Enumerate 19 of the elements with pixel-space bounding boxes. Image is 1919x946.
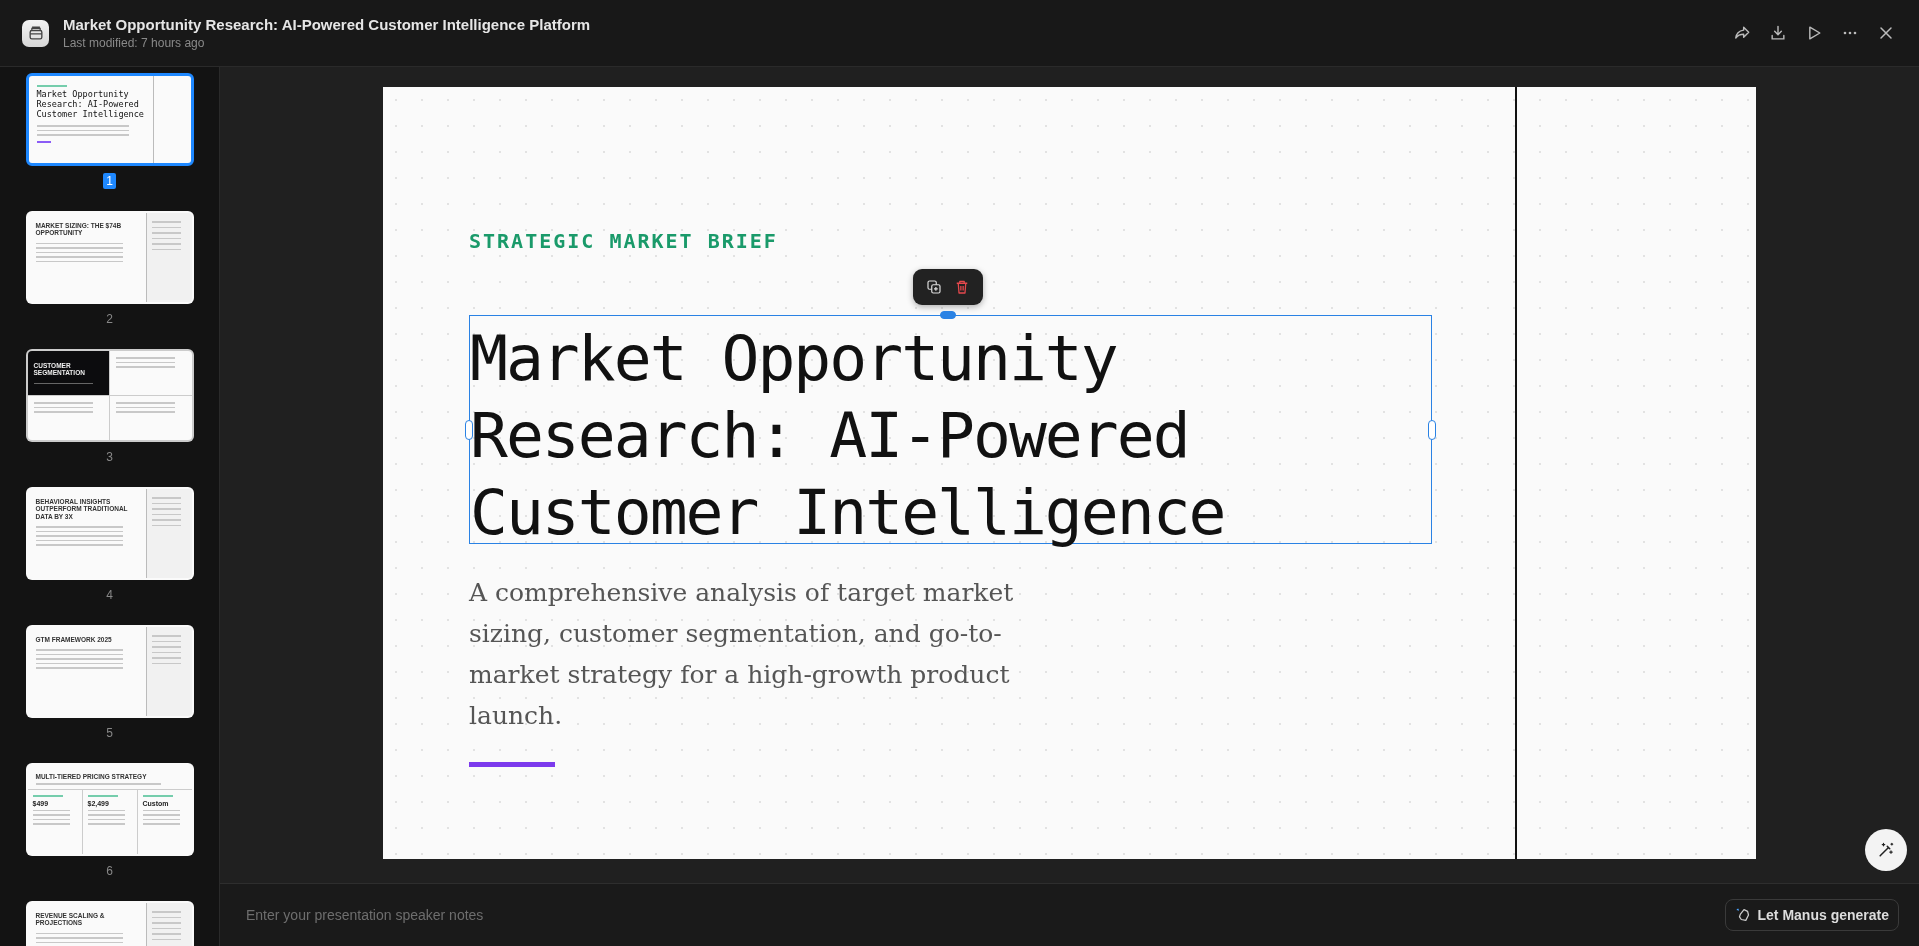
app-icon xyxy=(22,19,49,47)
slide-number: 3 xyxy=(105,449,114,465)
slide-number: 5 xyxy=(105,725,114,741)
slide-thumbnail[interactable]: Market Opportunity Research: AI-Powered Customer Intelligence xyxy=(25,73,194,166)
slide-eyebrow: STRATEGIC MARKET BRIEF xyxy=(469,229,779,253)
resize-handle[interactable] xyxy=(940,311,956,319)
speaker-notes-field[interactable]: Enter your presentation speaker notes xyxy=(244,906,1715,924)
generate-button[interactable]: Let Manus generate xyxy=(1724,899,1899,931)
slide-subtitle: A comprehensive analysis of target market sizing, customer segmentation, and go-to-market strategy for a high-growth product launch. xyxy=(469,577,1015,732)
last-modified-text: Last modified: 7 hours ago xyxy=(63,36,206,50)
thumbnail-title: Market Opportunity Research: AI-Powered Customer Intelligence xyxy=(36,90,145,120)
slide-number: 2 xyxy=(105,311,114,327)
slide-number: 6 xyxy=(105,863,114,879)
magic-wand-icon[interactable] xyxy=(1865,829,1907,871)
document-title: Market Opportunity Research: AI-Powered Customer Intelligence Platform xyxy=(63,16,592,33)
slide-number: 1 xyxy=(103,173,116,189)
slide-number: 4 xyxy=(105,587,114,603)
resize-handle[interactable] xyxy=(465,420,473,440)
resize-handle[interactable] xyxy=(1428,420,1436,440)
